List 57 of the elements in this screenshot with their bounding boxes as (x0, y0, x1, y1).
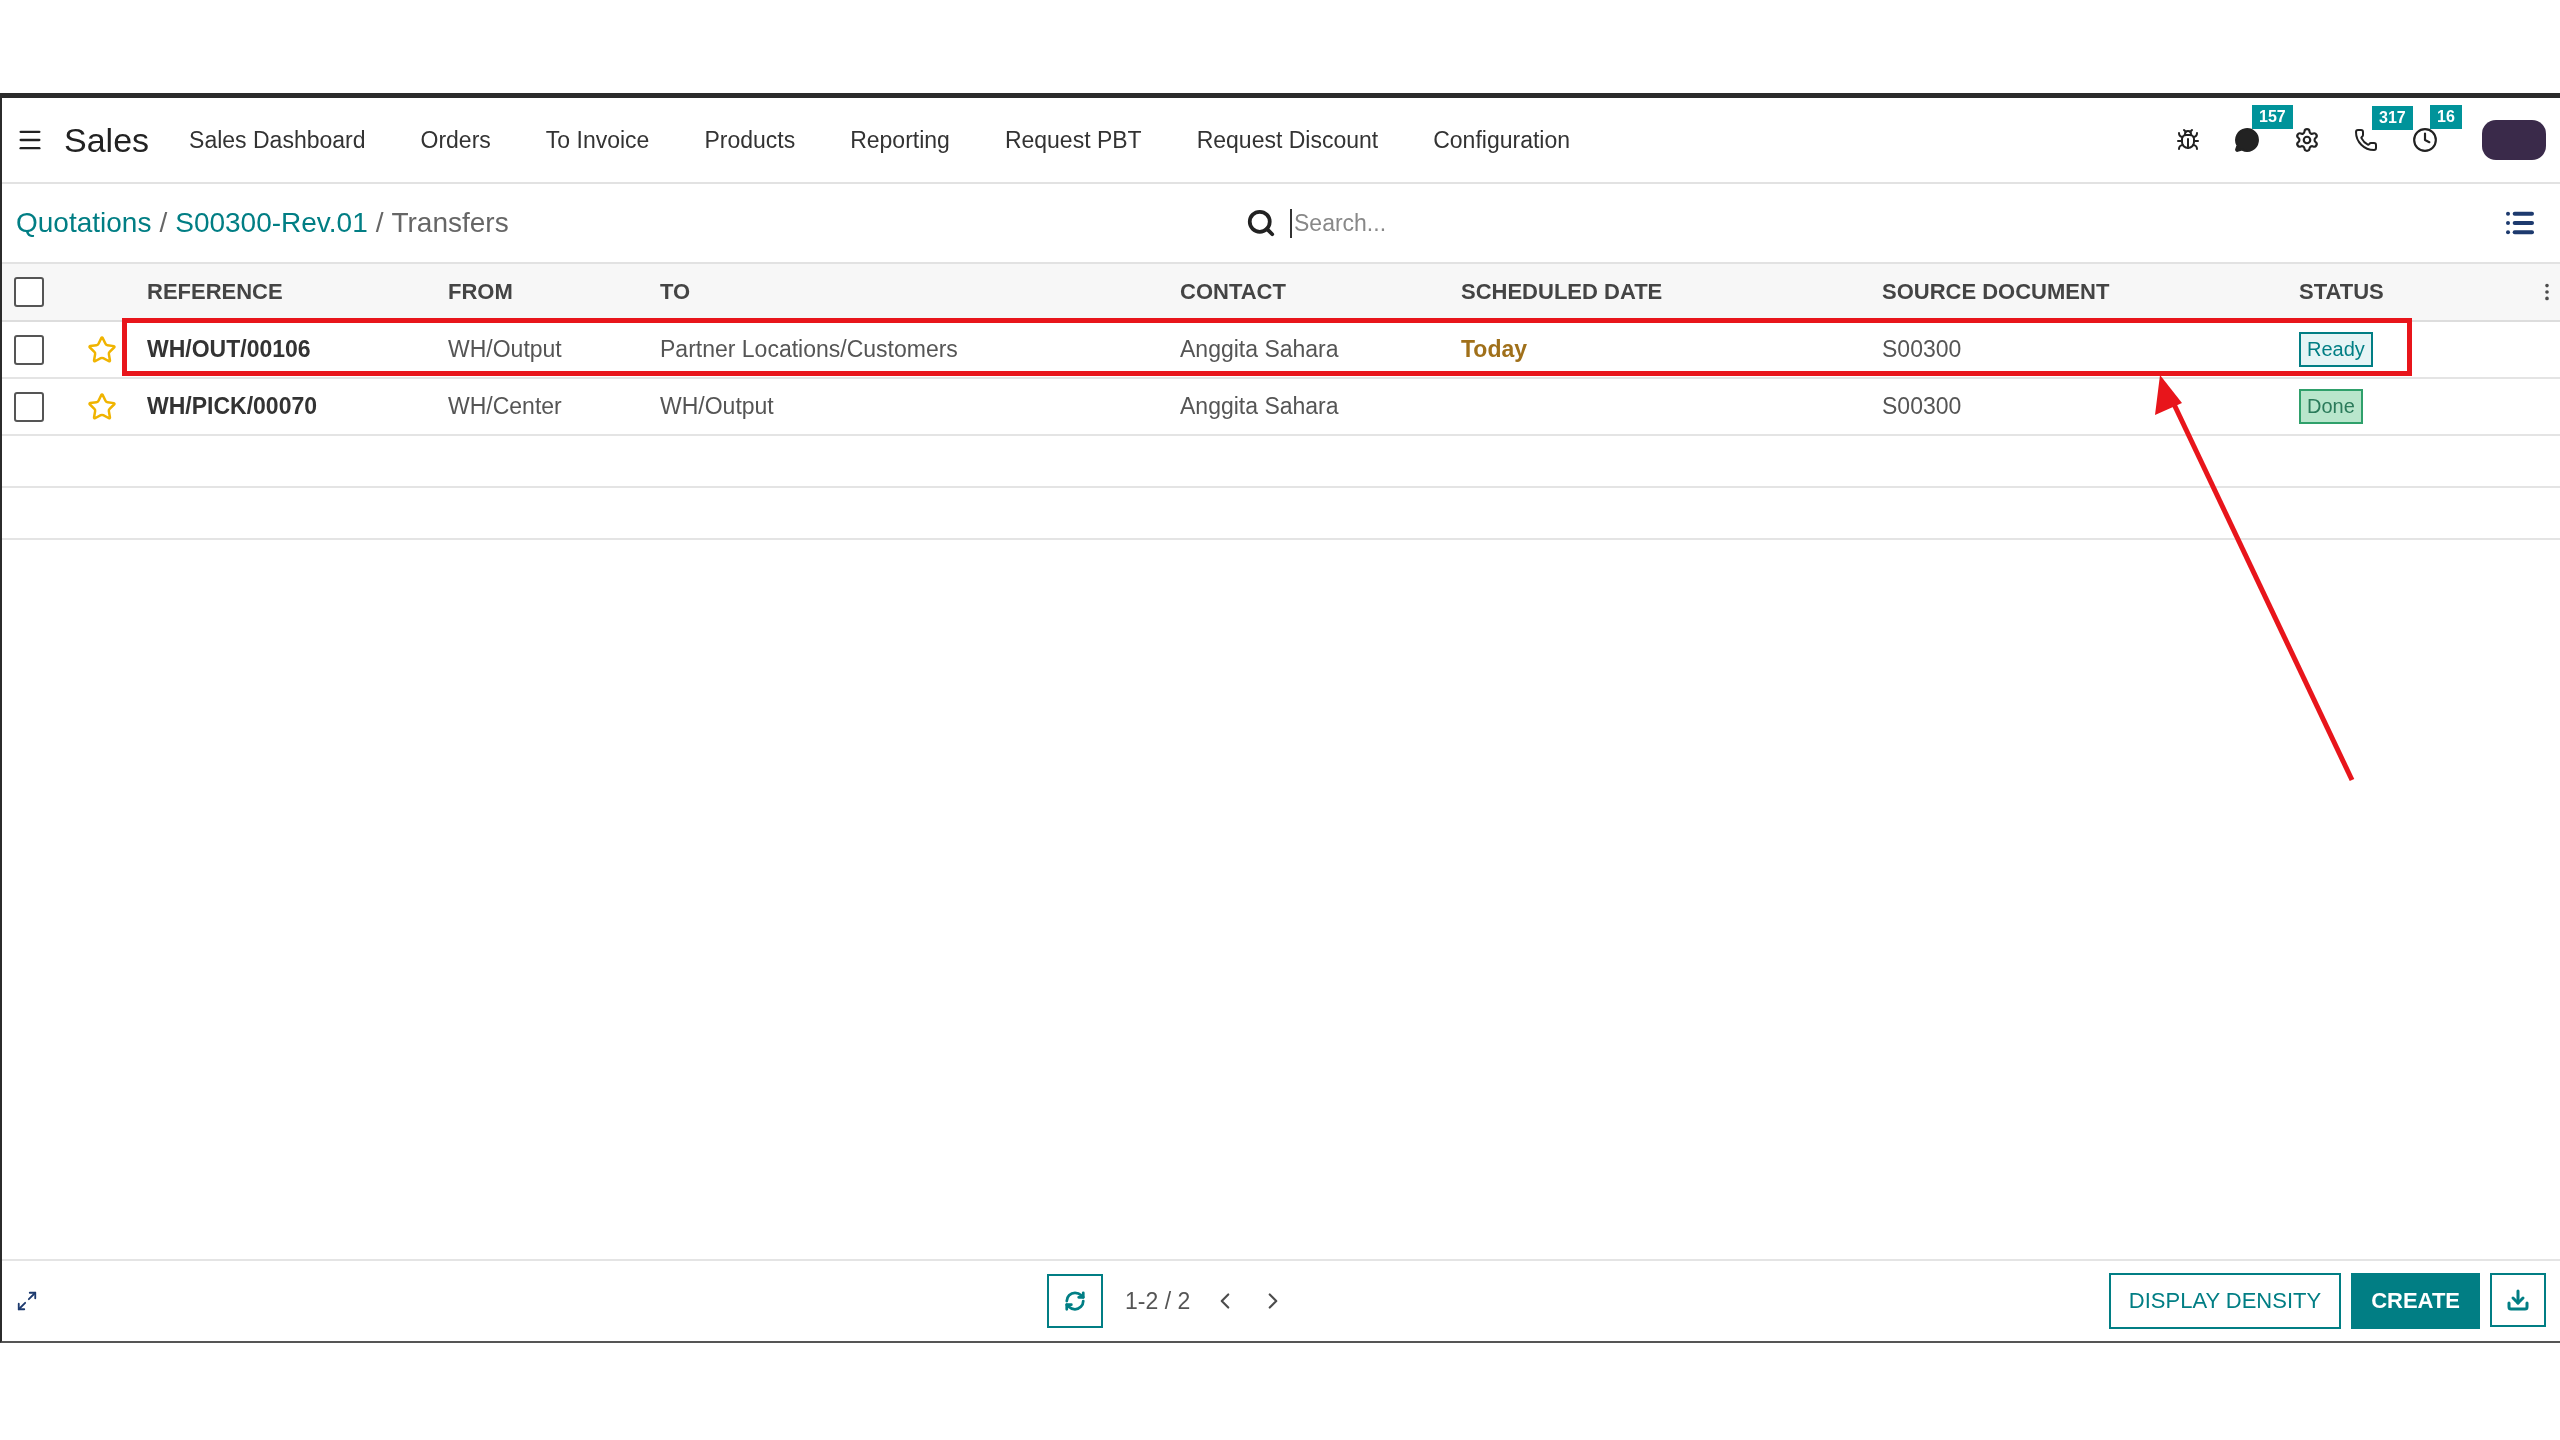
menu-item[interactable]: Reporting (850, 126, 950, 154)
refresh-button[interactable] (1047, 1274, 1103, 1328)
breadcrumb-separator: / (375, 207, 384, 239)
app-title: Sales (64, 120, 150, 160)
table-cell-text: Anggita Sahara (1179, 336, 1340, 363)
action-button[interactable]: DISPLAY DENSITY (2108, 1273, 2342, 1329)
column-header[interactable]: REFERENCE (132, 279, 433, 305)
menu-item[interactable]: To Invoice (545, 126, 650, 154)
count-badge: 317 (2372, 106, 2413, 130)
star-icon[interactable] (87, 391, 117, 422)
column-header[interactable]: CONTACT (1165, 279, 1446, 305)
menu-item[interactable]: Products (704, 126, 796, 154)
download-button[interactable] (2490, 1273, 2546, 1327)
clock-icon[interactable] (2412, 127, 2438, 153)
menu-item[interactable]: Request PBT (1004, 126, 1142, 154)
menu-item[interactable]: Configuration (1433, 126, 1571, 154)
download-icon (2506, 1288, 2530, 1312)
select-all-checkbox[interactable] (14, 277, 44, 307)
menu-item[interactable]: Request Discount (1196, 126, 1379, 154)
table-cell-text: WH/Center (447, 393, 563, 420)
column-header[interactable]: SOURCE DOCUMENT (1867, 279, 2284, 305)
chat-icon[interactable] (2234, 127, 2260, 153)
count-badge: 16 (2430, 105, 2462, 129)
breadcrumb-link[interactable]: S00300-Rev.01 (175, 207, 368, 239)
status-badge: Done (2299, 389, 2363, 424)
refresh-icon (1064, 1290, 1086, 1312)
status-badge: Ready (2299, 332, 2373, 367)
column-header[interactable]: SCHEDULED DATE (1446, 279, 1867, 305)
phone-icon[interactable] (2354, 128, 2378, 152)
menu-item[interactable]: Orders (420, 126, 491, 154)
table-cell-text: S00300 (1881, 336, 1963, 363)
menu-item[interactable]: Sales Dashboard (189, 126, 366, 154)
star-icon[interactable] (87, 334, 117, 365)
count-badge: 157 (2252, 105, 2293, 129)
row-checkbox[interactable] (14, 334, 44, 365)
action-button[interactable]: CREATE (2351, 1273, 2480, 1329)
table-cell-text: WH/Output (447, 336, 563, 363)
table-cell-text: WH/PICK/00070 (146, 393, 318, 420)
breadcrumb-separator: / (159, 207, 168, 239)
row-checkbox[interactable] (14, 391, 44, 422)
table-cell-text: Today (1460, 336, 1529, 363)
settings-icon[interactable] (2294, 127, 2320, 153)
table-cell-text: WH/OUT/00106 (146, 336, 312, 363)
expand-icon[interactable] (16, 1290, 38, 1312)
table-cell-text: WH/Output (659, 393, 775, 420)
pager-range: 1-2 / 2 (1125, 1287, 1191, 1315)
table-cell-text: Partner Locations/Customers (659, 336, 959, 363)
column-header[interactable]: TO (645, 279, 1165, 305)
column-header[interactable]: FROM (433, 279, 645, 305)
bug-icon[interactable] (2176, 128, 2200, 152)
breadcrumb-current: Transfers (391, 207, 509, 239)
column-header[interactable]: STATUS (2284, 279, 2530, 305)
table-cell-text: S00300 (1881, 393, 1963, 420)
breadcrumb-link[interactable]: Quotations (16, 207, 152, 239)
table-cell-text: Anggita Sahara (1179, 393, 1340, 420)
search-icon[interactable] (1246, 208, 1276, 238)
avatar[interactable] (2482, 120, 2546, 160)
